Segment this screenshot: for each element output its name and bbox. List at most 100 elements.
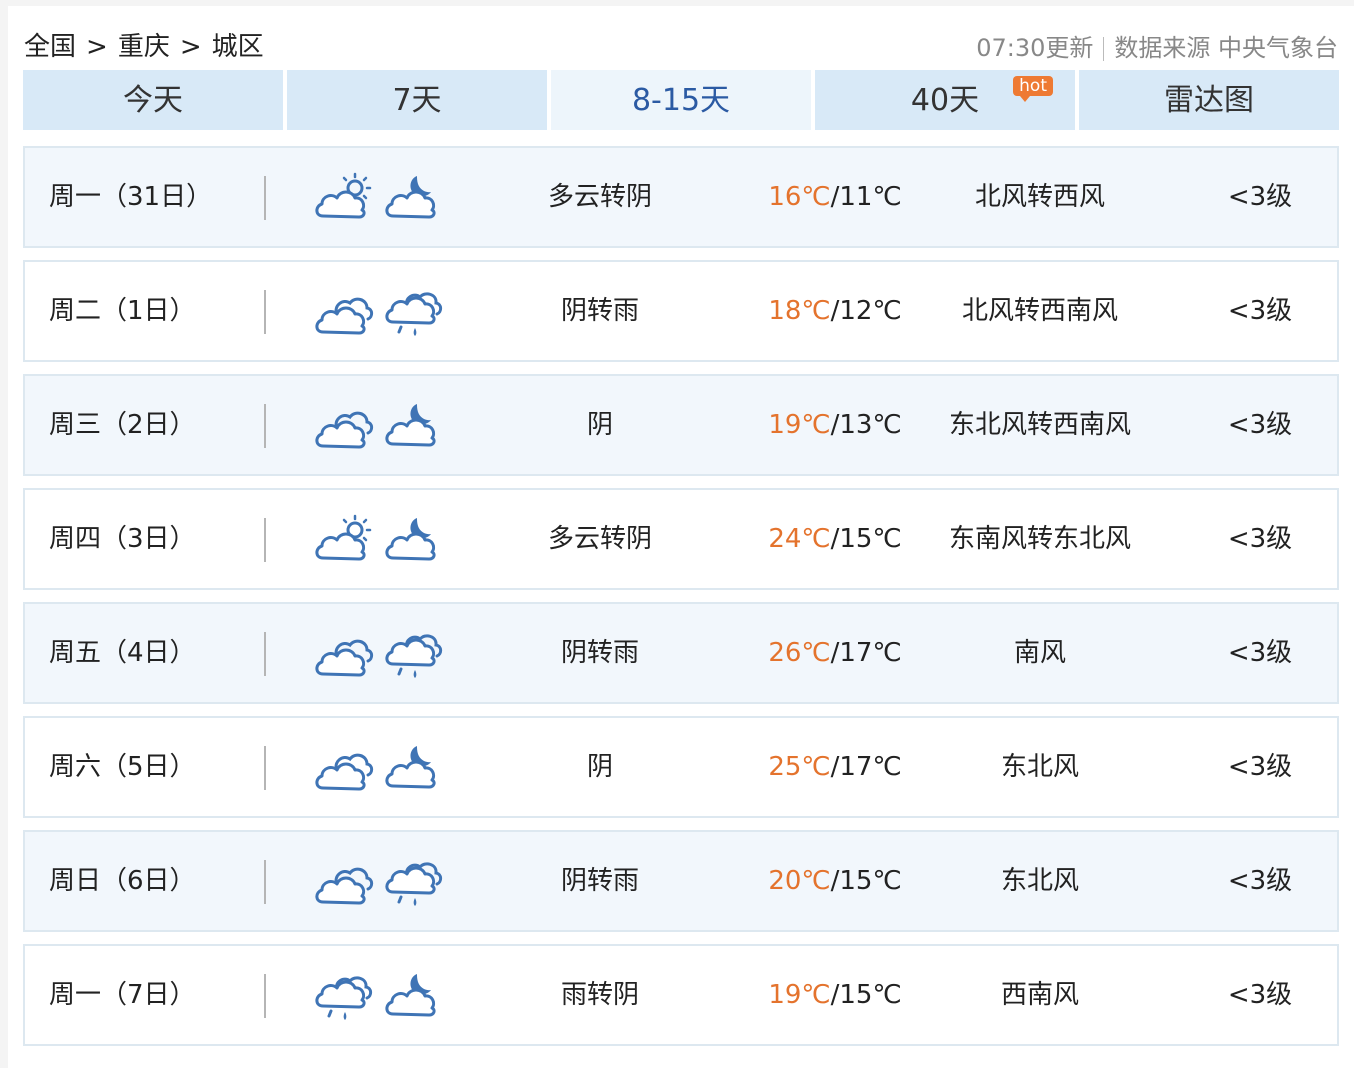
low-temp: 17℃ [839,752,902,782]
forecast-row: 周四（3日） 多云转阴 24℃/15℃ 东南风转东北风 <3级 [23,488,1339,590]
row-divider [264,518,266,562]
breadcrumb: 全国 > 重庆 > 城区 [24,26,264,63]
breadcrumb-national[interactable]: 全国 [24,32,76,62]
temperature-range: 20℃/15℃ [725,832,945,930]
weather-page: 全国 > 重庆 > 城区 07:30更新 数据来源 中央气象台 今天 7天 8-15天 4… [8,6,1354,1068]
row-divider [264,176,266,220]
tab-label: 40天 [910,83,980,118]
tab-label: 7天 [392,83,442,118]
temperature-range: 24℃/15℃ [725,490,945,588]
day-label: 周一（7日） [49,980,196,1010]
wind-direction: 东北风 [1000,866,1079,896]
high-temp: 16℃ [768,182,831,212]
weather-icons [315,968,455,1024]
topbar: 全国 > 重庆 > 城区 07:30更新 数据来源 中央气象台 [24,26,1338,66]
breadcrumb-separator: > [86,32,108,62]
day-label: 周二（1日） [49,296,196,326]
row-divider [264,746,266,790]
weather-icons [315,854,455,910]
breadcrumb-separator: > [179,32,202,62]
weather-description: 阴 [586,752,613,782]
wind-level: <3级 [1227,182,1293,212]
low-temp: 15℃ [839,524,902,554]
wind-direction: 东南风转东北风 [948,524,1131,554]
forecast-row: 周六（5日） 阴 25℃/17℃ 东北风 <3级 [23,716,1339,818]
forecast-row: 周一（31日） 多云转阴 16℃/11℃ 北风转西风 <3级 [23,146,1339,248]
weather-description: 雨转阴 [560,980,639,1010]
row-divider [264,974,266,1018]
update-time: 07:30更新 [976,34,1094,62]
day-label: 周四（3日） [49,524,196,554]
weather-description: 阴 [586,410,613,440]
weather-icons [315,626,455,682]
row-divider [264,404,266,448]
low-temp: 13℃ [839,410,902,440]
wind-direction: 西南风 [1000,980,1079,1010]
hot-badge: hot [1013,76,1053,102]
tab-7-days[interactable]: 7天 [287,70,547,130]
low-temp: 15℃ [839,866,902,896]
day-label: 周六（5日） [49,752,196,782]
row-divider [264,290,266,334]
tab-label: 雷达图 [1164,83,1254,118]
row-divider [264,632,266,676]
temperature-range: 19℃/15℃ [725,946,945,1044]
low-temp: 17℃ [839,638,902,668]
high-temp: 19℃ [768,980,831,1010]
weather-description: 多云转阴 [547,182,652,212]
forecast-row: 周日（6日） 阴转雨 20℃/15℃ 东北风 <3级 [23,830,1339,932]
wind-level: <3级 [1227,410,1293,440]
tab-40-days[interactable]: 40天 hot [815,70,1075,130]
update-info: 07:30更新 数据来源 中央气象台 [976,28,1338,63]
tab-today[interactable]: 今天 [23,70,283,130]
day-label: 周日（6日） [49,866,196,896]
day-label: 周五（4日） [49,638,196,668]
day-label: 周三（2日） [49,410,196,440]
weather-icons [315,512,455,568]
high-temp: 18℃ [768,296,831,326]
tab-label: 8-15天 [631,83,731,118]
wind-level: <3级 [1227,638,1293,668]
breadcrumb-chongqing[interactable]: 重庆 [118,32,170,62]
forecast-row: 周三（2日） 阴 19℃/13℃ 东北风转西南风 <3级 [23,374,1339,476]
wind-level: <3级 [1227,980,1293,1010]
wind-level: <3级 [1227,296,1293,326]
meta-divider [1103,37,1105,61]
forecast-row: 周二（1日） 阴转雨 18℃/12℃ 北风转西南风 <3级 [23,260,1339,362]
forecast-row: 周一（7日） 雨转阴 19℃/15℃ 西南风 <3级 [23,944,1339,1046]
weather-description: 多云转阴 [547,524,652,554]
high-temp: 25℃ [768,752,831,782]
temperature-range: 19℃/13℃ [725,376,945,474]
weather-icons [315,398,455,454]
day-label: 周一（31日） [49,182,213,212]
wind-direction: 南风 [1013,638,1066,668]
tab-radar[interactable]: 雷达图 [1079,70,1339,130]
tab-8-15-days[interactable]: 8-15天 [551,70,811,130]
wind-level: <3级 [1227,524,1293,554]
wind-direction: 北风转西风 [974,182,1105,212]
high-temp: 20℃ [768,866,831,896]
temperature-range: 18℃/12℃ [725,262,945,360]
forecast-row: 周五（4日） 阴转雨 26℃/17℃ 南风 <3级 [23,602,1339,704]
wind-level: <3级 [1227,866,1293,896]
data-source: 数据来源 中央气象台 [1114,34,1338,62]
wind-direction: 东北风 [1000,752,1079,782]
low-temp: 11℃ [839,182,902,212]
weather-description: 阴转雨 [560,866,639,896]
high-temp: 26℃ [768,638,831,668]
weather-description: 阴转雨 [560,296,639,326]
temperature-range: 25℃/17℃ [725,718,945,816]
weather-icons [315,740,455,796]
low-temp: 12℃ [839,296,902,326]
wind-direction: 北风转西南风 [961,296,1118,326]
forecast-tabs: 今天 7天 8-15天 40天 hot 雷达图 [23,70,1339,130]
temperature-range: 16℃/11℃ [725,148,945,246]
weather-description: 阴转雨 [560,638,639,668]
low-temp: 15℃ [839,980,902,1010]
high-temp: 24℃ [768,524,831,554]
row-divider [264,860,266,904]
breadcrumb-urban: 城区 [211,32,264,62]
temperature-range: 26℃/17℃ [725,604,945,702]
wind-level: <3级 [1227,752,1293,782]
wind-direction: 东北风转西南风 [948,410,1131,440]
